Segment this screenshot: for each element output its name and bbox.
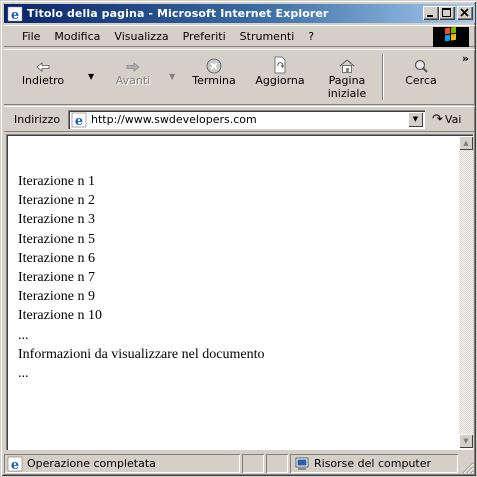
go-button[interactable]: ↷ Vai	[432, 112, 461, 127]
computer-icon	[294, 456, 310, 472]
menu-bar: File Modifica Visualizza Preferiti Strum…	[4, 25, 475, 47]
document-line: Iterazione n 10	[18, 308, 102, 324]
address-bar: Indirizzo e http://www.swdevelopers.com …	[4, 106, 475, 132]
windows-logo-icon	[433, 26, 469, 47]
home-label-line2: iniziale	[327, 87, 367, 100]
home-icon	[320, 52, 374, 74]
menu-strumenti[interactable]: Strumenti	[233, 30, 302, 43]
document-line: Iterazione n 3	[18, 212, 95, 228]
address-input[interactable]: e http://www.swdevelopers.com ▼	[68, 110, 425, 129]
document-body: Iterazione n 1 Iterazione n 2 Iterazione…	[8, 136, 459, 448]
browser-window: e Titolo della pagina - Microsoft Intern…	[0, 0, 477, 477]
document-line: Iterazione n 1	[18, 174, 95, 189]
forward-arrow-icon	[108, 52, 158, 74]
forward-dropdown-icon[interactable]: ▼	[169, 72, 175, 81]
document-line: ...	[18, 327, 29, 343]
zone-text: Risorse del computer	[314, 457, 432, 470]
status-panel-main: e Operazione completata	[4, 454, 240, 473]
menu-visualizza[interactable]: Visualizza	[107, 30, 175, 43]
page-done-icon: e	[7, 456, 23, 473]
document-line: Iterazione n 6	[18, 250, 95, 266]
vertical-scrollbar[interactable]: ▲ ▼	[459, 136, 473, 448]
go-label: Vai	[444, 113, 462, 126]
svg-text:e: e	[75, 114, 83, 128]
status-panel-zone: Risorse del computer	[290, 454, 458, 473]
back-label: Indietro	[21, 74, 65, 87]
toolbar-separator	[382, 54, 384, 100]
home-button[interactable]: Pagina iniziale	[320, 52, 374, 102]
svg-text:e: e	[11, 8, 19, 22]
document-frame: Iterazione n 1 Iterazione n 2 Iterazione…	[6, 134, 473, 450]
window-title: Titolo della pagina - Microsoft Internet…	[27, 7, 329, 20]
ie-logo-icon: e	[7, 6, 23, 23]
refresh-label: Aggiorna	[255, 74, 305, 87]
refresh-icon	[250, 52, 310, 74]
minimize-button[interactable]	[423, 6, 439, 20]
menu-help[interactable]: ?	[301, 30, 321, 43]
go-arrow-icon: ↷	[432, 112, 443, 127]
scroll-up-icon[interactable]: ▲	[459, 136, 473, 150]
home-label-line1: Pagina	[328, 74, 366, 87]
document-line: Iterazione n 5	[18, 231, 95, 247]
back-button[interactable]: Indietro	[18, 52, 68, 102]
page-icon: e	[71, 112, 87, 129]
title-bar[interactable]: e Titolo della pagina - Microsoft Intern…	[4, 4, 475, 23]
forward-label: Avanti	[115, 74, 151, 87]
resize-grip-icon[interactable]	[462, 462, 474, 474]
document-line: Iterazione n 7	[18, 270, 95, 286]
status-panel-lock	[266, 454, 288, 473]
standard-toolbar: Indietro ▼ Avanti ▼ Termina Aggiorna Pag…	[4, 49, 475, 105]
address-label: Indirizzo	[14, 113, 61, 126]
svg-text:e: e	[11, 458, 19, 472]
stop-label: Termina	[192, 74, 236, 87]
scroll-down-icon[interactable]: ▼	[459, 434, 473, 448]
maximize-button[interactable]	[439, 6, 455, 20]
search-label: Cerca	[405, 74, 437, 87]
search-button[interactable]: Cerca	[396, 52, 446, 102]
forward-button[interactable]: Avanti	[108, 52, 158, 102]
document-line: Iterazione n 9	[18, 289, 95, 305]
status-bar: e Operazione completata Risorse del comp…	[4, 453, 475, 475]
stop-button[interactable]: Termina	[188, 52, 240, 102]
search-icon	[396, 52, 446, 74]
close-button[interactable]	[457, 6, 473, 20]
back-arrow-icon	[18, 52, 68, 74]
address-dropdown-icon[interactable]: ▼	[408, 112, 423, 127]
document-line: Iterazione n 2	[18, 193, 95, 209]
menu-file[interactable]: File	[16, 30, 47, 43]
menu-preferiti[interactable]: Preferiti	[176, 30, 233, 43]
status-text: Operazione completata	[27, 457, 156, 470]
document-line: Informazioni da visualizzare nel documen…	[18, 346, 265, 362]
address-url: http://www.swdevelopers.com	[91, 113, 257, 126]
toolbar-more-icon[interactable]: »	[462, 52, 469, 65]
menu-modifica[interactable]: Modifica	[47, 30, 107, 43]
back-dropdown-icon[interactable]: ▼	[88, 72, 94, 81]
refresh-button[interactable]: Aggiorna	[250, 52, 310, 102]
status-panel-progress	[242, 454, 264, 473]
document-line: ...	[18, 366, 29, 382]
stop-icon	[188, 52, 240, 74]
